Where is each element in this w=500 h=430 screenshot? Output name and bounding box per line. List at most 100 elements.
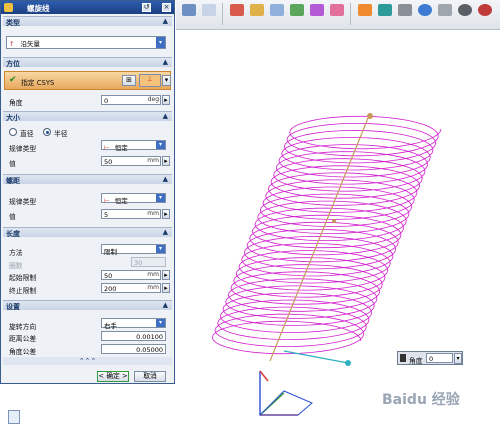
toolbar-wireframe-icon[interactable] [438, 4, 452, 16]
chevron-down-icon[interactable]: ▾ [156, 319, 165, 327]
toolbar-cylinder-icon[interactable] [478, 4, 492, 16]
end-limit-input[interactable]: 200 mm [101, 283, 161, 293]
angle-handle[interactable] [345, 360, 351, 366]
chevron-down-icon[interactable]: ▾ [156, 245, 165, 253]
distance-tolerance-value: 0.00100 [136, 333, 163, 341]
chevron-down-icon[interactable]: ▾ [156, 194, 165, 202]
collapse-icon[interactable]: ▲ [163, 301, 168, 309]
angle-tolerance-input[interactable]: 0.05000 [101, 344, 166, 354]
section-size-header[interactable]: 大小 ▲ [3, 111, 172, 122]
csys-triad-x[interactable] [259, 370, 269, 382]
axis-mid-handle[interactable] [332, 219, 336, 223]
toolbar-render-icon[interactable] [398, 4, 412, 16]
vector-icon: ↑ [9, 40, 15, 48]
csys-plane [258, 390, 313, 416]
collapse-icon[interactable]: ▲ [163, 17, 168, 25]
section-length-header[interactable]: 长度 ▲ [3, 227, 172, 238]
chevron-down-icon[interactable]: ▾ [156, 141, 165, 149]
toolbar-view-icon[interactable] [378, 4, 392, 16]
method-dropdown[interactable]: 限制 ▾ [101, 244, 166, 256]
pitch-law-type-value: 恒定 [114, 197, 128, 205]
section-orientation-header[interactable]: 方位 ▲ [3, 57, 172, 68]
csys-dialog-button-icon[interactable]: ⊞ [122, 75, 136, 86]
pitch-value-input[interactable]: 5 mm [101, 209, 161, 219]
end-limit-label: 终止限制 [9, 287, 37, 295]
axis-top-handle[interactable] [367, 113, 373, 119]
cancel-button[interactable]: 取消 [134, 371, 166, 382]
dialog-titlebar[interactable]: 螺旋线 ↺ × [1, 1, 174, 14]
toolbar-sketch-icon[interactable] [330, 4, 344, 16]
toolbar-point-icon[interactable] [250, 4, 264, 16]
start-limit-menu-icon[interactable]: ▸ [162, 270, 170, 280]
section-settings-header[interactable]: 设置 ▲ [3, 300, 172, 311]
angle-popup-dropdown-icon[interactable]: ▾ [454, 353, 462, 364]
method-label: 方法 [9, 249, 23, 257]
turns-value: 30 [134, 259, 143, 267]
toolbar-separator [222, 3, 223, 25]
size-law-type-label: 规律类型 [9, 145, 37, 153]
pitch-menu-icon[interactable]: ▸ [162, 209, 170, 219]
ok-button[interactable]: < 确定 > [97, 371, 129, 382]
more-options-chevron-icon[interactable]: ⌃⌃⌃ [3, 357, 172, 365]
turns-input: 30 [131, 257, 166, 267]
toolbar-curve-icon[interactable] [290, 4, 304, 16]
section-pitch-title: 螺距 [6, 177, 20, 185]
toolbar-shading-icon[interactable] [418, 4, 432, 16]
section-length-title: 长度 [6, 230, 20, 238]
diameter-radio[interactable] [9, 128, 17, 136]
ok-label: < 确定 > [98, 372, 128, 380]
section-type-header[interactable]: 类型 ▲ [3, 16, 172, 27]
radius-radio[interactable] [43, 128, 51, 136]
angle-input[interactable]: 0 deg [101, 95, 161, 105]
section-pitch-header[interactable]: 螺距 ▲ [3, 174, 172, 185]
toolbar-select-icon[interactable] [202, 4, 216, 16]
specify-csys-row[interactable]: ✔ 指定 CSYS ⊞ ⊥ ▾ [4, 71, 171, 90]
angle-value: 0 [104, 97, 109, 105]
angle-popup-input[interactable]: 0 [426, 353, 453, 363]
end-limit-menu-icon[interactable]: ▸ [162, 283, 170, 293]
start-limit-input[interactable]: 50 mm [101, 270, 161, 280]
type-dropdown[interactable]: ↑ 沿矢量 ▾ [6, 36, 166, 49]
collapse-icon[interactable]: ▲ [163, 228, 168, 236]
collapse-icon[interactable]: ▲ [163, 175, 168, 183]
diameter-label: 直径 [20, 130, 34, 138]
rotation-dropdown[interactable]: 右手 ▾ [101, 318, 166, 330]
toolbar-layer-icon[interactable] [358, 4, 372, 16]
helix-path [211, 115, 442, 355]
turns-label: 圈数 [9, 262, 23, 270]
helix-dialog: 螺旋线 ↺ × 类型 ▲ ↑ 沿矢量 ▾ 方位 ▲ ✔ 指定 CSYS ⊞ ⊥ … [0, 0, 175, 384]
toolbar-sphere-icon[interactable] [458, 4, 472, 16]
pitch-unit: mm [147, 210, 159, 217]
angle-tolerance-value: 0.05000 [136, 346, 163, 354]
angle-tolerance-label: 角度公差 [9, 348, 37, 356]
start-limit-label: 起始限制 [9, 274, 37, 282]
pitch-law-type-dropdown[interactable]: ⊢ 恒定 ▾ [101, 193, 166, 205]
csys-dropdown-icon[interactable]: ▾ [162, 75, 171, 86]
toolbar-arrow-icon[interactable] [182, 4, 196, 16]
start-limit-unit: mm [147, 271, 159, 278]
pitch-law-type-label: 规律类型 [9, 198, 37, 206]
collapse-icon[interactable]: ▲ [163, 58, 168, 66]
angle-menu-icon[interactable]: ▸ [162, 95, 170, 105]
angle-popup-icon [400, 354, 406, 362]
size-law-type-dropdown[interactable]: ⊢ 恒定 ▾ [101, 140, 166, 152]
toolbar-line-icon[interactable] [270, 4, 284, 16]
angle-popup: 角度 0 ▾ [397, 351, 463, 365]
bottom-left-logo-icon [8, 410, 20, 424]
helix-scene [211, 112, 442, 416]
csys-triad-button-icon[interactable]: ⊥ [139, 74, 161, 87]
size-menu-icon[interactable]: ▸ [162, 156, 170, 166]
distance-tolerance-input[interactable]: 0.00100 [101, 331, 166, 341]
collapse-icon[interactable]: ▲ [163, 112, 168, 120]
close-button-icon[interactable]: × [162, 3, 171, 12]
angle-popup-label: 角度 [409, 357, 423, 365]
toolbar-snap-icon[interactable] [230, 4, 244, 16]
toolbar-spline-icon[interactable] [310, 4, 324, 16]
toolbar-separator [350, 3, 351, 25]
toolbar [176, 0, 500, 30]
chevron-down-icon[interactable]: ▾ [156, 37, 165, 48]
size-value-input[interactable]: 50 mm [101, 156, 161, 166]
dialog-title: 螺旋线 [27, 4, 50, 13]
graphics-viewport[interactable] [176, 31, 500, 430]
reset-button-icon[interactable]: ↺ [142, 3, 151, 12]
